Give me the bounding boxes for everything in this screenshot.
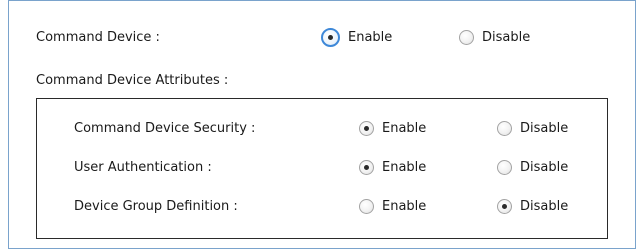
user-authentication-enable-radio[interactable] xyxy=(359,160,374,175)
user-authentication-enable-option[interactable]: Enable xyxy=(359,160,426,175)
command-device-disable-label: Disable xyxy=(482,30,531,45)
command-device-security-enable-option[interactable]: Enable xyxy=(359,121,426,136)
user-authentication-label: User Authentication : xyxy=(74,160,212,175)
command-device-security-enable-radio[interactable] xyxy=(359,121,374,136)
command-device-security-enable-label: Enable xyxy=(382,121,427,136)
device-group-definition-enable-radio[interactable] xyxy=(359,199,374,214)
device-group-definition-disable-option[interactable]: Disable xyxy=(497,199,568,214)
device-group-definition-disable-radio[interactable] xyxy=(497,199,512,214)
command-device-security-disable-option[interactable]: Disable xyxy=(497,121,568,136)
device-group-definition-label: Device Group Definition : xyxy=(74,199,238,214)
command-device-security-disable-radio[interactable] xyxy=(497,121,512,136)
attributes-title: Command Device Attributes : xyxy=(36,73,229,88)
device-group-definition-disable-label: Disable xyxy=(520,199,569,214)
command-device-enable-radio[interactable] xyxy=(321,28,340,47)
command-device-disable-option[interactable]: Disable xyxy=(459,30,530,45)
command-device-security-disable-label: Disable xyxy=(520,121,569,136)
device-group-definition-enable-option[interactable]: Enable xyxy=(359,199,426,214)
user-authentication-disable-option[interactable]: Disable xyxy=(497,160,568,175)
command-device-enable-label: Enable xyxy=(348,30,393,45)
command-device-enable-option[interactable]: Enable xyxy=(321,28,392,47)
command-device-security-label: Command Device Security : xyxy=(74,121,256,136)
user-authentication-disable-label: Disable xyxy=(520,160,569,175)
command-device-label: Command Device : xyxy=(36,30,160,45)
user-authentication-disable-radio[interactable] xyxy=(497,160,512,175)
user-authentication-enable-label: Enable xyxy=(382,160,427,175)
command-device-disable-radio[interactable] xyxy=(459,30,474,45)
device-group-definition-enable-label: Enable xyxy=(382,199,427,214)
